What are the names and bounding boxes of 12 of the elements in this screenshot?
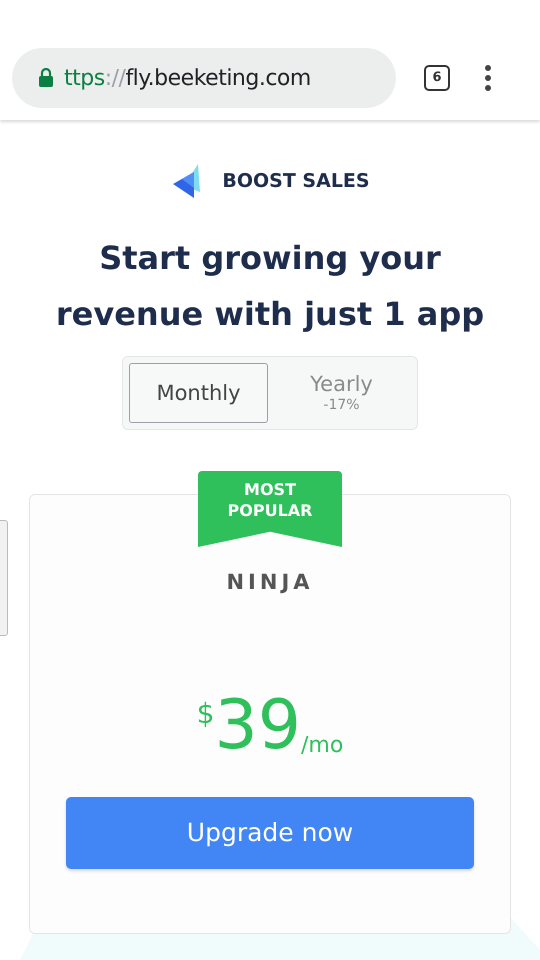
url-text: ttps://fly.beeketing.com: [64, 64, 311, 92]
upgrade-button[interactable]: Upgrade now: [66, 796, 474, 868]
menu-icon[interactable]: [484, 65, 492, 91]
plan-price: $39/mo: [196, 686, 344, 764]
tab-count-button[interactable]: 6: [424, 65, 450, 91]
lock-icon: [38, 68, 54, 88]
brand-name: BOOST SALES: [222, 168, 370, 194]
billing-option[interactable]: Monthly: [129, 363, 268, 423]
address-bar[interactable]: ttps://fly.beeketing.com: [12, 48, 396, 108]
page-heading: Start growing your revenue with just 1 app: [54, 238, 486, 335]
popular-ribbon: MOST POPULAR: [198, 471, 342, 547]
plan-name: NINJA: [226, 569, 314, 596]
